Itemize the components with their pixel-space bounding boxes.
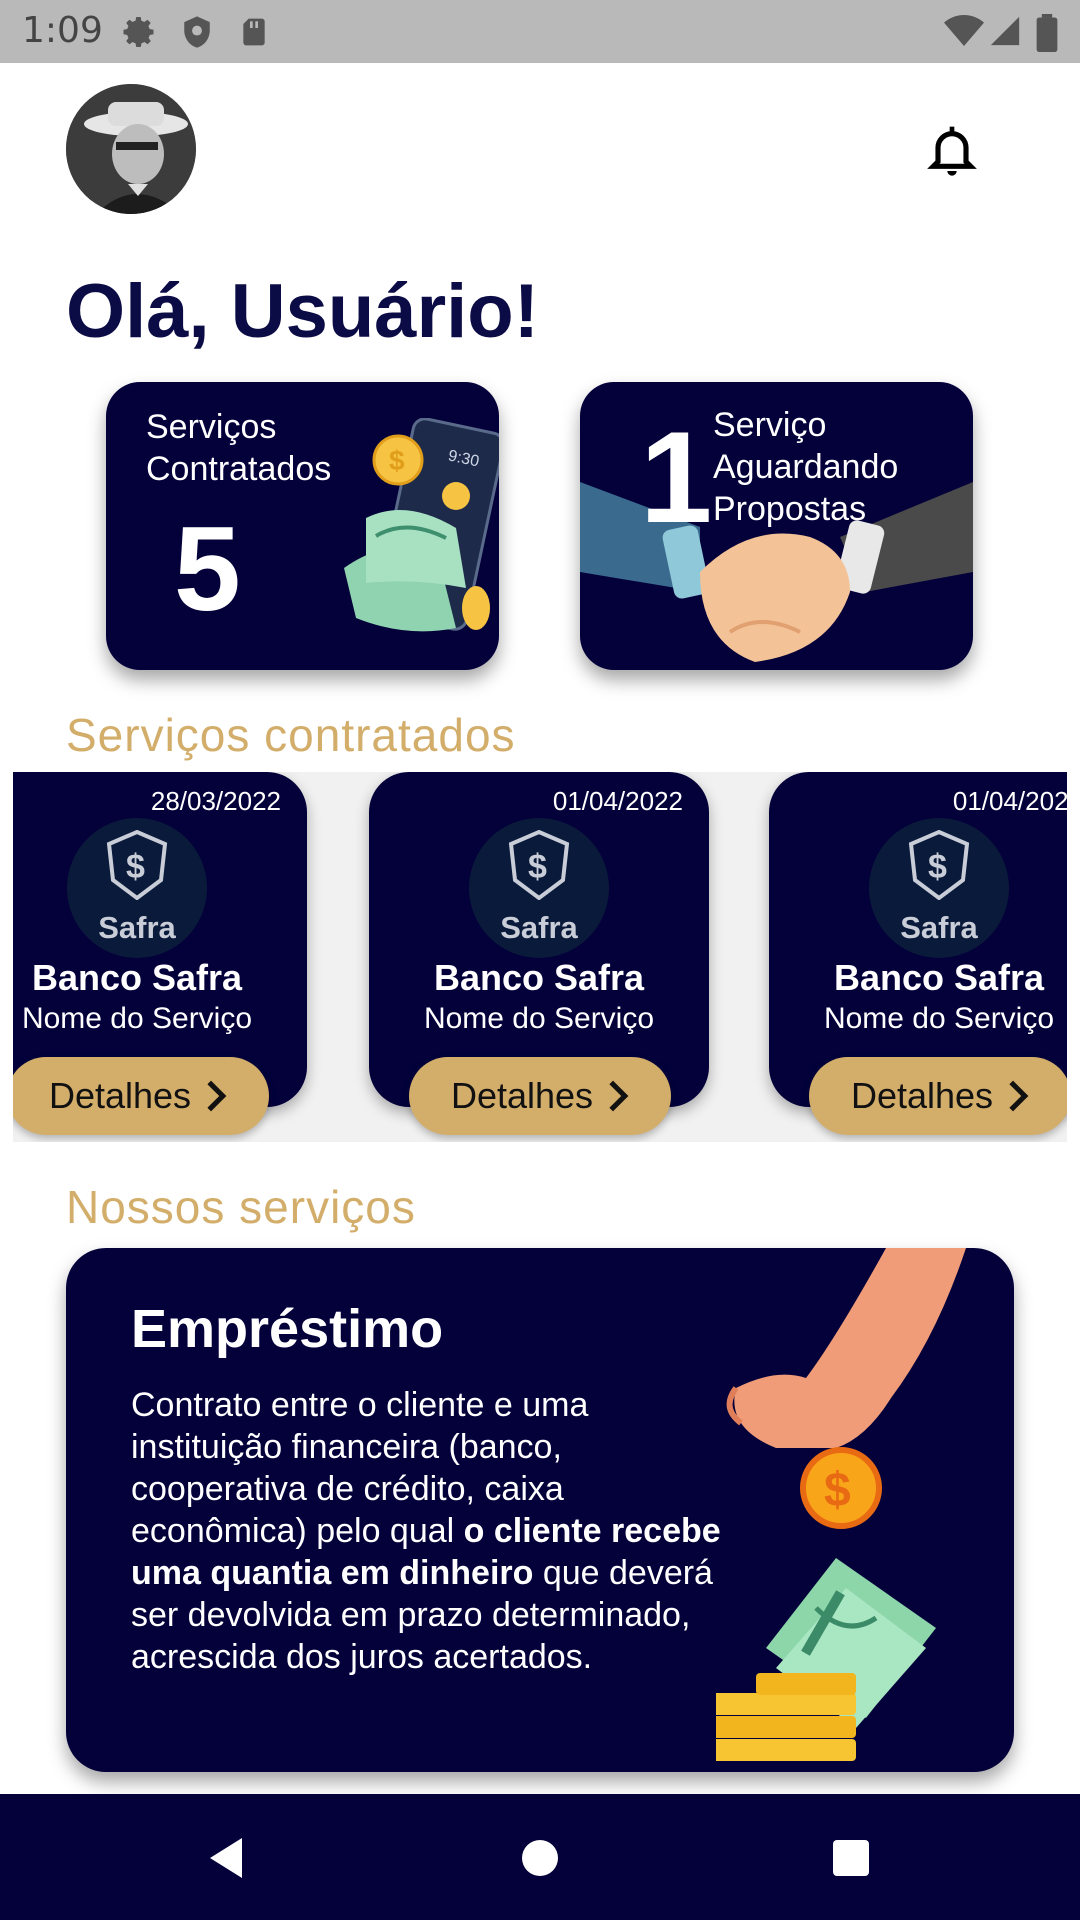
svg-text:$: $	[389, 445, 405, 476]
service-name: Nome do Serviço	[823, 1002, 1055, 1035]
bank-seal-icon: $	[508, 830, 570, 900]
contracted-services-card[interactable]: Serviços Contratados 5 9:30 $	[106, 382, 499, 670]
details-button[interactable]: Detalhes	[409, 1057, 671, 1135]
details-button-label: Detalhes	[450, 1075, 594, 1116]
signal-icon	[990, 16, 1020, 46]
service-date: 01/04/2022	[552, 786, 683, 816]
service-card-1[interactable]: 28/03/2022 $ Safra Banco Safra Nome do S…	[13, 772, 307, 1135]
pending-services-card[interactable]: 1 Serviço Aguardando Propostas	[580, 382, 973, 670]
svg-text:$: $	[126, 848, 145, 886]
service-date: 01/04/2022	[952, 786, 1067, 816]
system-nav-bar	[0, 1794, 1080, 1920]
svg-text:$: $	[824, 1464, 851, 1517]
svg-text:$: $	[528, 848, 547, 886]
status-bar: 1:09	[0, 0, 1080, 63]
loan-service-card[interactable]: Empréstimo Contrato entre o cliente e um…	[66, 1248, 1014, 1772]
chevron-right-icon	[207, 1080, 227, 1112]
details-button-label: Detalhes	[48, 1075, 192, 1116]
pending-label-line2: Aguardando	[713, 448, 899, 486]
contracted-label-line2: Contratados	[146, 450, 332, 488]
wifi-icon	[944, 15, 984, 46]
details-button[interactable]: Detalhes	[13, 1057, 269, 1135]
bank-logo-text: Safra	[900, 910, 978, 945]
our-services-heading: Nossos serviços	[66, 1181, 416, 1233]
contracted-services-carousel[interactable]: 28/03/2022 $ Safra Banco Safra Nome do S…	[13, 772, 1067, 1142]
pending-label-line3: Propostas	[713, 490, 867, 528]
back-icon[interactable]	[205, 1834, 247, 1882]
details-button[interactable]: Detalhes	[809, 1057, 1067, 1135]
bank-name: Banco Safra	[833, 957, 1045, 998]
contracted-count: 5	[174, 502, 241, 636]
bank-logo-text: Safra	[500, 910, 578, 945]
pending-count: 1	[640, 404, 713, 550]
loan-title: Empréstimo	[131, 1299, 444, 1359]
service-card-2[interactable]: 01/04/2022 $ Safra Banco Safra Nome do S…	[369, 772, 709, 1135]
bank-name: Banco Safra	[31, 957, 243, 998]
contracted-services-heading: Serviços contratados	[66, 709, 516, 761]
greeting-title: Olá, Usuário!	[66, 269, 539, 354]
recents-icon[interactable]	[830, 1834, 872, 1882]
details-button-label: Detalhes	[850, 1075, 994, 1116]
bank-seal-icon: $	[908, 830, 970, 900]
contracted-label-line1: Serviços	[146, 408, 277, 446]
shield-icon	[184, 16, 210, 48]
sd-card-icon	[243, 18, 265, 46]
bank-logo-text: Safra	[98, 910, 176, 945]
chevron-right-icon	[609, 1080, 629, 1112]
service-name: Nome do Serviço	[423, 1002, 655, 1035]
service-name: Nome do Serviço	[21, 1002, 253, 1035]
bell-icon[interactable]	[924, 122, 980, 178]
home-icon[interactable]	[520, 1834, 560, 1882]
chevron-right-icon	[1009, 1080, 1029, 1112]
hand-coin-money-illustration: $	[716, 1248, 966, 1761]
loan-description: Contrato entre o cliente e uma instituiç…	[131, 1384, 721, 1678]
avatar[interactable]	[66, 84, 196, 214]
service-card-3[interactable]: 01/04/2022 $ Safra Banco Safra Nome do S…	[769, 772, 1067, 1135]
service-date: 28/03/2022	[150, 786, 281, 816]
safra-logo: $ Safra	[869, 818, 1009, 958]
safra-logo: $ Safra	[469, 818, 609, 958]
user-avatar-image	[66, 84, 196, 214]
gear-icon	[123, 17, 154, 47]
status-time: 1:09	[22, 10, 103, 51]
svg-text:$: $	[928, 848, 947, 886]
money-phone-illustration: 9:30 $	[344, 418, 499, 632]
bank-seal-icon: $	[106, 830, 168, 900]
bank-name: Banco Safra	[433, 957, 645, 998]
pending-label-line1: Serviço	[713, 406, 827, 444]
safra-logo: $ Safra	[67, 818, 207, 958]
battery-icon	[1036, 14, 1058, 52]
